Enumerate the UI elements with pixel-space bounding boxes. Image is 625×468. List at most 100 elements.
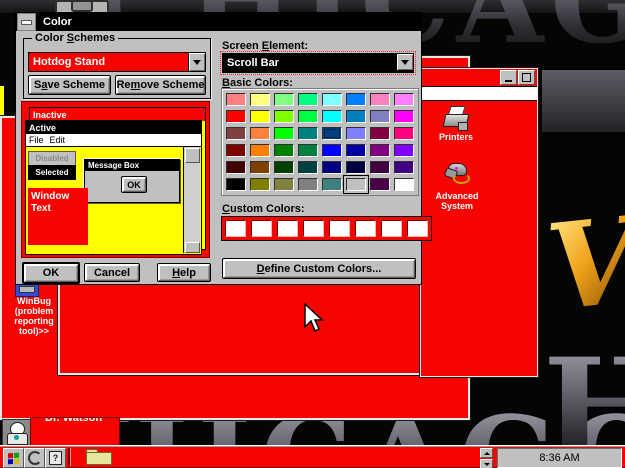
color-swatch[interactable] (394, 127, 414, 140)
color-swatch[interactable] (394, 110, 414, 123)
color-swatch[interactable] (322, 178, 342, 191)
taskbar-spinner[interactable] (480, 448, 493, 468)
color-swatch[interactable] (370, 93, 390, 106)
color-swatch[interactable] (298, 161, 318, 174)
dr-watson-icon[interactable] (2, 419, 31, 446)
spinner-up-icon[interactable] (480, 448, 493, 458)
color-swatch[interactable] (226, 110, 246, 123)
custom-colors-strip[interactable] (221, 216, 432, 241)
color-swatch[interactable] (370, 178, 390, 191)
winbug-label[interactable]: WinBug (problem reporting tool)>> (4, 296, 64, 336)
color-swatch[interactable] (394, 178, 414, 191)
help-button[interactable]: Help (157, 263, 211, 282)
preview-ok-button[interactable]: OK (121, 176, 147, 193)
minimize-button[interactable] (500, 70, 517, 85)
color-swatch[interactable] (274, 93, 294, 106)
color-swatch[interactable] (322, 161, 342, 174)
color-swatch[interactable] (298, 127, 318, 140)
preview-active-title: Active (29, 122, 57, 133)
custom-color-swatch[interactable] (329, 220, 350, 237)
scheme-combo-arrow-icon[interactable] (188, 53, 205, 71)
color-swatch[interactable] (250, 144, 270, 157)
system-menu-button[interactable] (17, 13, 36, 31)
color-swatch[interactable] (250, 161, 270, 174)
scheme-preview[interactable]: Inactive Active File Edit Disabled Selec… (21, 101, 210, 258)
color-swatch[interactable] (322, 110, 342, 123)
color-swatch[interactable] (298, 110, 318, 123)
color-swatch[interactable] (250, 93, 270, 106)
screen-element-combo-arrow-icon[interactable] (396, 54, 413, 70)
ok-button[interactable]: OK (22, 262, 80, 284)
color-swatch[interactable] (274, 178, 294, 191)
preview-active-window[interactable]: Active File Edit Disabled Selected Messa… (25, 120, 202, 255)
remove-scheme-button[interactable]: Re m ove Scheme (115, 75, 206, 95)
help-tool-button[interactable]: ? (45, 448, 66, 468)
custom-color-swatch[interactable] (303, 220, 324, 237)
color-swatch[interactable] (322, 144, 342, 157)
cycle-button[interactable] (24, 448, 45, 468)
custom-color-swatch[interactable] (381, 220, 402, 237)
color-swatch[interactable] (274, 144, 294, 157)
start-windows-button[interactable] (3, 448, 24, 468)
color-swatch[interactable] (346, 161, 366, 174)
remove-scheme-pre: Re (116, 79, 131, 91)
color-swatch[interactable] (370, 127, 390, 140)
basic-colors-grid[interactable] (221, 88, 419, 196)
color-swatch[interactable] (250, 110, 270, 123)
color-swatch[interactable] (226, 178, 246, 191)
preview-scrollbar-thumb[interactable] (185, 148, 200, 163)
control-panel-titlebar[interactable] (421, 69, 537, 86)
save-scheme-pre: S (34, 79, 42, 91)
color-swatch[interactable] (346, 110, 366, 123)
color-swatch[interactable] (250, 178, 270, 191)
screen-element-combobox[interactable]: Scroll Bar (220, 51, 416, 75)
color-swatch[interactable] (226, 127, 246, 140)
color-swatch[interactable] (370, 110, 390, 123)
custom-color-swatch[interactable] (225, 220, 246, 237)
color-swatch[interactable] (322, 127, 342, 140)
color-swatch[interactable] (226, 93, 246, 106)
preview-scrollbar[interactable] (183, 147, 200, 253)
custom-color-swatch[interactable] (251, 220, 272, 237)
preview-message-box[interactable]: Message Box OK (84, 159, 180, 203)
color-swatch[interactable] (250, 127, 270, 140)
color-swatch[interactable] (394, 144, 414, 157)
custom-color-swatch[interactable] (277, 220, 298, 237)
preview-scrollbar-button[interactable] (185, 242, 200, 253)
color-swatch[interactable] (298, 144, 318, 157)
color-dialog-titlebar[interactable]: Color (16, 13, 421, 31)
color-swatch[interactable] (298, 178, 318, 191)
dr-watson-titlebar[interactable]: Dr. Watson (30, 417, 120, 446)
advanced-system-icon[interactable] (443, 161, 470, 184)
color-swatch[interactable] (394, 161, 414, 174)
spinner-down-icon[interactable] (480, 459, 493, 468)
color-swatch[interactable] (394, 93, 414, 106)
color-swatch[interactable] (346, 178, 366, 191)
color-swatch[interactable] (274, 161, 294, 174)
cancel-button[interactable]: Cancel (84, 263, 140, 282)
color-swatch[interactable] (370, 161, 390, 174)
color-swatch[interactable] (226, 161, 246, 174)
printers-label[interactable]: Printers (431, 132, 481, 142)
color-swatch[interactable] (346, 144, 366, 157)
color-swatch[interactable] (322, 93, 342, 106)
color-swatch[interactable] (274, 127, 294, 140)
custom-color-swatch[interactable] (355, 220, 376, 237)
printer-icon[interactable] (442, 106, 470, 131)
scheme-combobox[interactable]: Hotdog Stand (28, 52, 206, 72)
color-swatch[interactable] (370, 144, 390, 157)
maximize-button[interactable] (518, 70, 535, 85)
color-swatch[interactable] (226, 144, 246, 157)
color-swatch[interactable] (298, 93, 318, 106)
save-scheme-button[interactable]: Sa ve Scheme (28, 75, 111, 95)
advanced-system-label[interactable]: Advanced System (427, 191, 487, 211)
custom-color-swatch[interactable] (407, 220, 428, 237)
color-swatch[interactable] (346, 93, 366, 106)
folder-icon[interactable] (86, 449, 112, 465)
color-swatch[interactable] (274, 110, 294, 123)
color-swatch[interactable] (346, 127, 366, 140)
winbug-label-line: tool)>> (18, 326, 49, 336)
define-custom-colors-button[interactable]: Define Custom Colors... (222, 258, 416, 279)
winbug-icon[interactable] (15, 283, 39, 297)
preview-selected-button[interactable]: Selected (28, 165, 76, 180)
